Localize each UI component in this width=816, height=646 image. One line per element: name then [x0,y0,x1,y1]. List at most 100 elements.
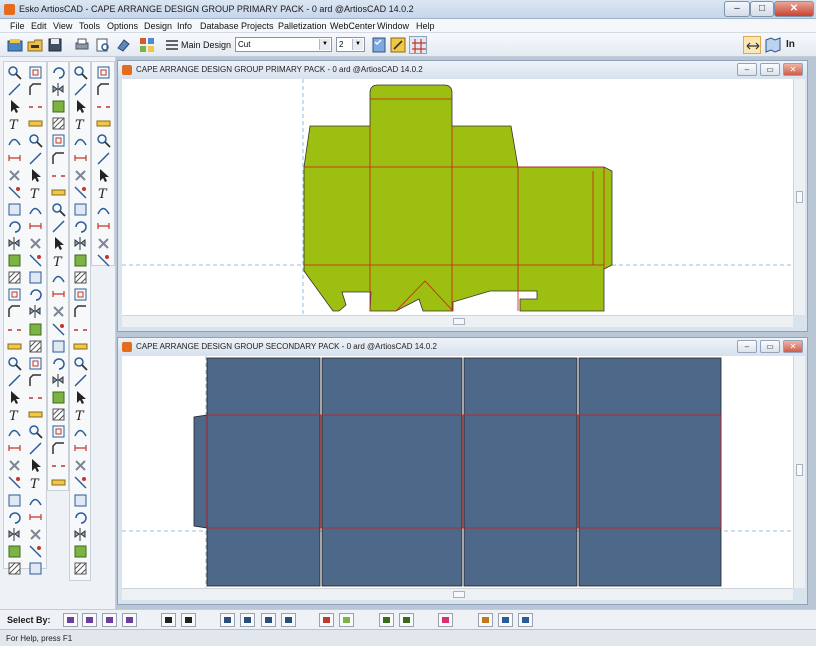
menu-database[interactable]: Database [200,21,239,31]
scale-tool-icon[interactable] [27,560,44,577]
rotate-tool-icon[interactable] [27,286,44,303]
offset-tool-icon[interactable] [50,423,67,440]
select-tool-icon[interactable] [72,98,89,115]
primary-vertical-scroll-thumb[interactable] [796,191,803,203]
select-by-button[interactable] [240,613,255,627]
zoom-tool-icon[interactable] [50,201,67,218]
layers-icon[interactable] [138,36,156,54]
text-tool-icon[interactable]: T [50,252,67,270]
ruler-tool-icon[interactable] [27,115,44,132]
delete-tool-icon[interactable] [50,303,67,320]
dimension-tool-icon[interactable] [27,509,44,526]
menu-edit[interactable]: Edit [31,21,47,31]
menu-file[interactable]: File [10,21,25,31]
text-tool-icon[interactable]: T [27,474,44,492]
select-by-button[interactable] [281,613,296,627]
secondary-window-titlebar[interactable]: CAPE ARRANGE DESIGN GROUP SECONDARY PACK… [118,338,807,355]
trim-tool-icon[interactable] [6,184,23,201]
bevel-tool-icon[interactable] [27,372,44,389]
text-tool-icon[interactable]: T [95,184,112,202]
select-by-button[interactable] [379,613,394,627]
offset-tool-icon[interactable] [50,132,67,149]
delete-tool-icon[interactable] [72,167,89,184]
scale-tool-icon[interactable] [6,492,23,509]
trim-tool-icon[interactable] [50,321,67,338]
primary-vertical-scrollbar[interactable] [793,79,805,315]
pointage-combo[interactable]: 2 ▼ [336,37,365,52]
secondary-dieline[interactable] [193,357,722,587]
bridge-tool-icon[interactable] [50,167,67,184]
select-tool-icon[interactable] [6,389,23,406]
open-icon[interactable] [26,36,44,54]
delete-tool-icon[interactable] [6,167,23,184]
scale-tool-icon[interactable] [72,201,89,218]
bridge-tool-icon[interactable] [27,389,44,406]
delete-tool-icon[interactable] [6,457,23,474]
menu-view[interactable]: View [53,21,72,31]
ruler-tool-icon[interactable] [27,406,44,423]
rotate-tool-icon[interactable] [6,509,23,526]
menu-info[interactable]: Info [177,21,192,31]
bevel-tool-icon[interactable] [72,303,89,320]
hatch-tool-icon[interactable] [6,560,23,577]
menu-options[interactable]: Options [107,21,138,31]
text-tool-icon[interactable]: T [72,406,89,424]
select-by-button[interactable] [399,613,414,627]
zoom-tool-icon[interactable] [27,423,44,440]
zoom-tool-icon[interactable] [72,355,89,372]
bevel-tool-icon[interactable] [27,81,44,98]
dimension-tool-icon[interactable] [6,440,23,457]
primary-restore-button[interactable]: ▭ [760,63,780,76]
primary-horizontal-scrollbar[interactable] [122,315,793,327]
rotate-tool-icon[interactable] [72,218,89,235]
mirror-tool-icon[interactable] [72,235,89,252]
zoom-tool-icon[interactable] [95,132,112,149]
ruler-tool-icon[interactable] [72,338,89,355]
menu-design[interactable]: Design [144,21,172,31]
fill-tool-icon[interactable] [72,543,89,560]
select-by-button[interactable] [261,613,276,627]
hatch-tool-icon[interactable] [27,338,44,355]
arc-tool-icon[interactable] [6,423,23,440]
arc-tool-icon[interactable] [27,492,44,509]
dimension-tool-icon[interactable] [95,218,112,235]
offset-tool-icon[interactable] [27,355,44,372]
zoom-tool-icon[interactable] [6,64,23,81]
zoom-tool-icon[interactable] [27,132,44,149]
menu-palletization[interactable]: Palletization [278,21,327,31]
primary-minimize-button[interactable]: – [737,63,757,76]
line-tool-icon[interactable] [27,440,44,457]
line-type-combo[interactable]: Cut ▼ [235,37,332,52]
text-tool-icon[interactable]: T [27,184,44,202]
ruler-tool-icon[interactable] [95,115,112,132]
bridge-tool-icon[interactable] [95,98,112,115]
secondary-horizontal-scroll-thumb[interactable] [453,591,465,598]
grid-icon[interactable] [409,36,427,54]
select-by-button[interactable] [122,613,137,627]
trim-tool-icon[interactable] [72,184,89,201]
fill-tool-icon[interactable] [27,321,44,338]
trim-tool-icon[interactable] [95,252,112,269]
select-tool-icon[interactable] [27,457,44,474]
hatch-tool-icon[interactable] [72,560,89,577]
select-tool-icon[interactable] [6,98,23,115]
hatch-tool-icon[interactable] [72,269,89,286]
line-tool-icon[interactable] [27,150,44,167]
minimize-button[interactable]: – [724,1,750,17]
mirror-tool-icon[interactable] [50,372,67,389]
secondary-canvas[interactable] [122,356,793,588]
secondary-minimize-button[interactable]: – [737,340,757,353]
fill-tool-icon[interactable] [50,98,67,115]
line-tool-icon[interactable] [72,81,89,98]
print-preview-icon[interactable] [94,36,112,54]
bevel-tool-icon[interactable] [95,81,112,98]
select-by-button[interactable] [102,613,117,627]
main-design-label[interactable]: Main Design [181,40,231,50]
bevel-tool-icon[interactable] [50,150,67,167]
select-tool-icon[interactable] [95,167,112,184]
line-tool-icon[interactable] [6,81,23,98]
arc-tool-icon[interactable] [72,132,89,149]
mirror-tool-icon[interactable] [50,81,67,98]
delete-tool-icon[interactable] [27,526,44,543]
select-by-button[interactable] [518,613,533,627]
